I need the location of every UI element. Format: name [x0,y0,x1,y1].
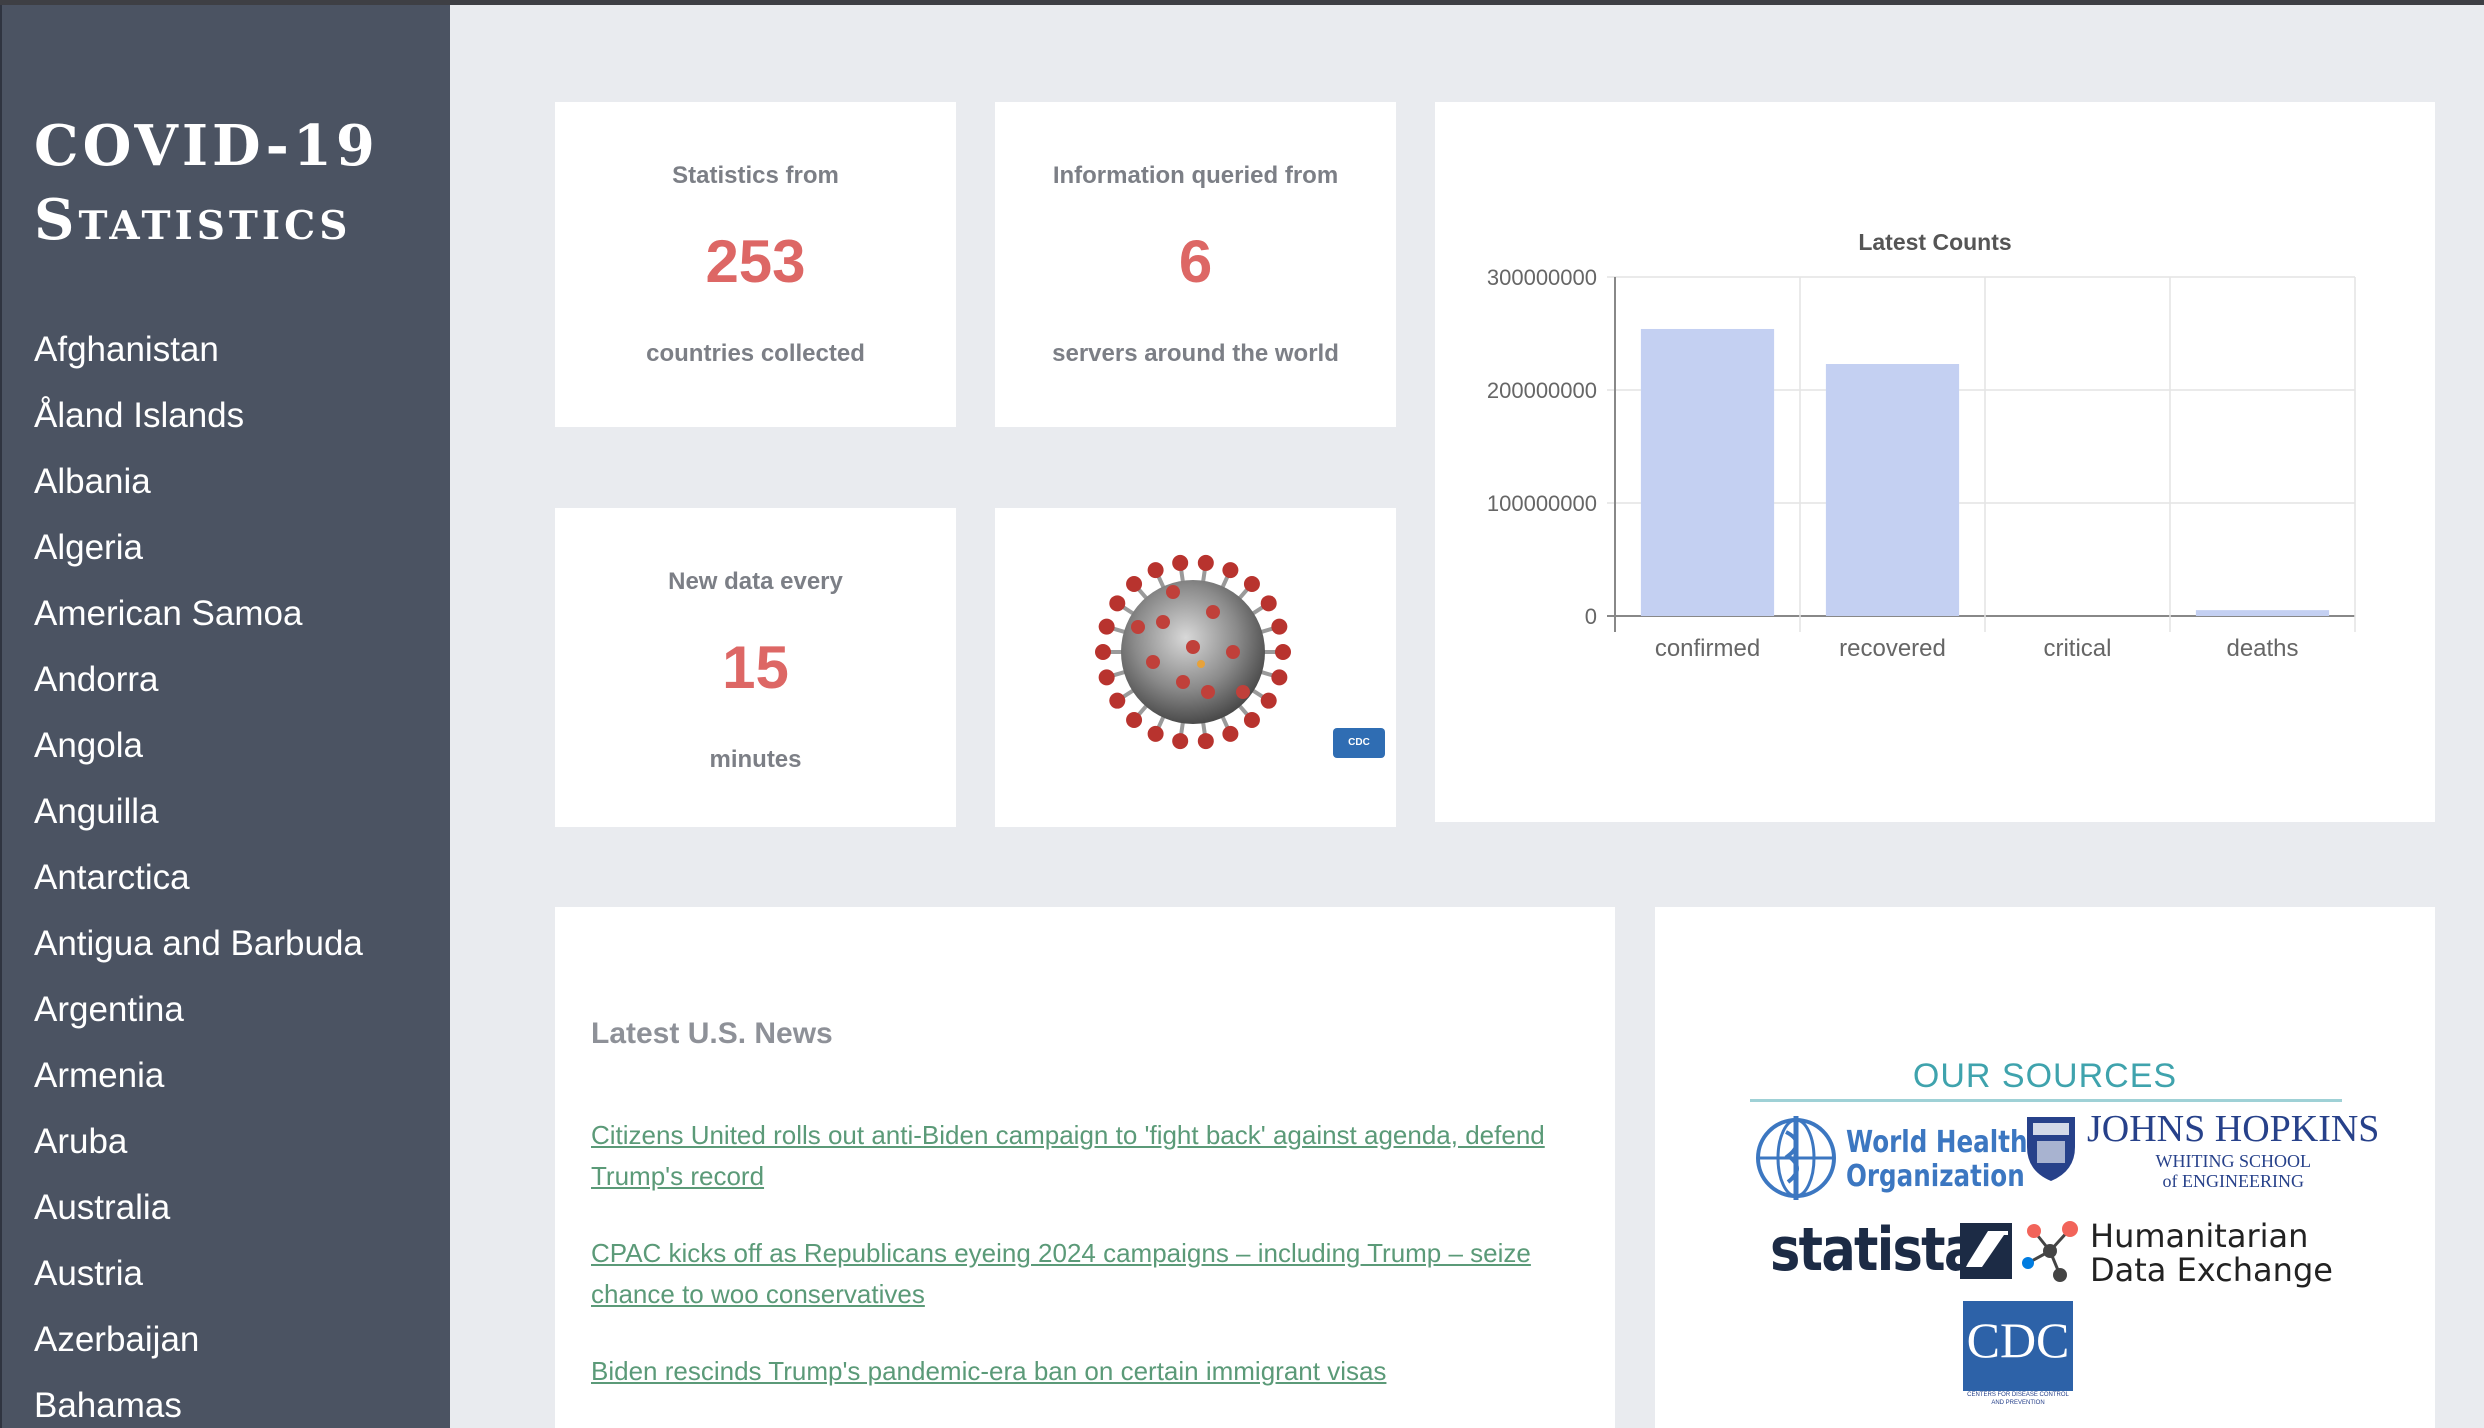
bar-chart: Latest Counts 0 100000000 200000000 3000000… [1487,229,2356,662]
country-link[interactable]: Afghanistan [34,321,363,387]
statista-name: statista [1770,1215,1978,1285]
jhu-sub-line2: of ENGINEERING [2162,1171,2304,1191]
country-link[interactable]: American Samoa [34,585,363,651]
stat-label: Information queried from [1052,162,1339,189]
app-title: COVID-19 Statistics [34,109,379,257]
bar-deaths[interactable] [2195,610,2330,616]
bar-recovered[interactable] [1825,364,1960,616]
stat-sub: countries collected [646,340,865,367]
statista-mark-icon [1960,1223,2012,1279]
sidebar: COVID-19 Statistics Afghanistan Åland Isl… [0,5,450,1428]
jhu-name: JOHNS HOPKINS [2087,1108,2380,1150]
hdx-name-line2: Data Exchange [2090,1251,2333,1289]
y-tick-label: 300000000 [1487,265,1597,290]
y-tick-label: 200000000 [1487,378,1597,403]
sources-card: OUR SOURCES World Health Organization JO… [1655,907,2435,1428]
news-list: Citizens United rolls out anti-Biden cam… [591,1117,1571,1428]
jhu-shield-icon [2027,1117,2075,1181]
coronavirus-icon [1095,554,1291,750]
country-link[interactable]: Algeria [34,519,363,585]
stat-sub: servers around the world [1052,340,1339,367]
sources-divider [1750,1099,2342,1102]
news-item: Biden rescinds Trump's pandemic-era ban … [591,1353,1571,1394]
news-link[interactable]: Citizens United rolls out anti-Biden cam… [591,1120,1545,1191]
news-item: CPAC kicks off as Republicans eyeing 202… [591,1235,1571,1317]
stat-value: 253 [705,228,806,295]
country-link[interactable]: Bahamas [34,1377,363,1428]
cdc-mark: CDC [1963,1301,2073,1391]
country-link[interactable]: Australia [34,1179,363,1245]
countries-stat-card: Statistics from 253 countries collected [555,102,956,427]
news-title: Latest U.S. News [591,1017,833,1050]
news-item: Citizens United rolls out anti-Biden cam… [591,1117,1571,1199]
country-link[interactable]: Antarctica [34,849,363,915]
country-link[interactable]: Argentina [34,981,363,1047]
country-link[interactable]: Angola [34,717,363,783]
app-title-line1: COVID-19 [34,113,379,179]
country-link[interactable]: Antigua and Barbuda [34,915,363,981]
cdc-subtitle: CENTERS FOR DISEASE CONTROL AND PREVENTI… [1967,1392,2069,1406]
cdc-badge[interactable]: CDC [1333,728,1385,758]
stat-label: Statistics from [672,162,839,189]
x-tick-label: deaths [2226,635,2298,662]
bar-confirmed[interactable] [1640,328,1775,616]
country-link[interactable]: Azerbaijan [34,1311,363,1377]
country-link[interactable]: Anguilla [34,783,363,849]
sources-title: OUR SOURCES [1912,1057,2178,1095]
refresh-stat-card: New data every 15 minutes [555,508,956,827]
news-link[interactable]: CPAC kicks off as Republicans eyeing 202… [591,1238,1531,1309]
stat-value: 6 [1178,228,1213,295]
y-tick-label: 100000000 [1487,491,1597,516]
virus-image-card: CDC [995,508,1396,827]
country-link[interactable]: Albania [34,453,363,519]
jhu-sub-line1: WHITING SCHOOL [2155,1151,2311,1171]
chart-title: Latest Counts [1858,229,2011,255]
latest-counts-chart-card: Latest Counts 0 100000000 200000000 3000000… [1435,102,2435,822]
country-link[interactable]: Åland Islands [34,387,363,453]
x-tick-label: recovered [1839,635,1946,662]
country-link[interactable]: Armenia [34,1047,363,1113]
hdx-name-line1: Humanitarian [2090,1217,2309,1255]
x-tick-label: critical [2043,635,2111,662]
stat-value: 15 [722,634,789,701]
news-link[interactable]: Biden rescinds Trump's pandemic-era ban … [591,1356,1386,1386]
country-link[interactable]: Austria [34,1245,363,1311]
x-tick-label: confirmed [1655,635,1760,662]
stat-sub: minutes [709,746,802,773]
servers-stat-card: Information queried from 6 servers aroun… [995,102,1396,427]
stat-label: New data every [668,568,843,595]
who-name-line1: World Health [1846,1125,2028,1160]
app-title-line2: Statistics [34,187,352,253]
statista-logo: statista [1770,1215,2013,1285]
cdc-logo: CDC CENTERS FOR DISEASE CONTROL AND PREV… [1963,1301,2073,1407]
who-emblem-icon [1756,1116,1836,1200]
country-list: Afghanistan Åland Islands Albania Algeria Am… [34,321,363,1428]
y-tick-label: 0 [1585,604,1597,629]
country-link[interactable]: Andorra [34,651,363,717]
hdx-network-icon [2022,1221,2078,1282]
country-link[interactable]: Aruba [34,1113,363,1179]
who-name-line2: Organization [1846,1159,2025,1194]
news-card: Latest U.S. News Citizens United rolls o… [555,907,1615,1428]
